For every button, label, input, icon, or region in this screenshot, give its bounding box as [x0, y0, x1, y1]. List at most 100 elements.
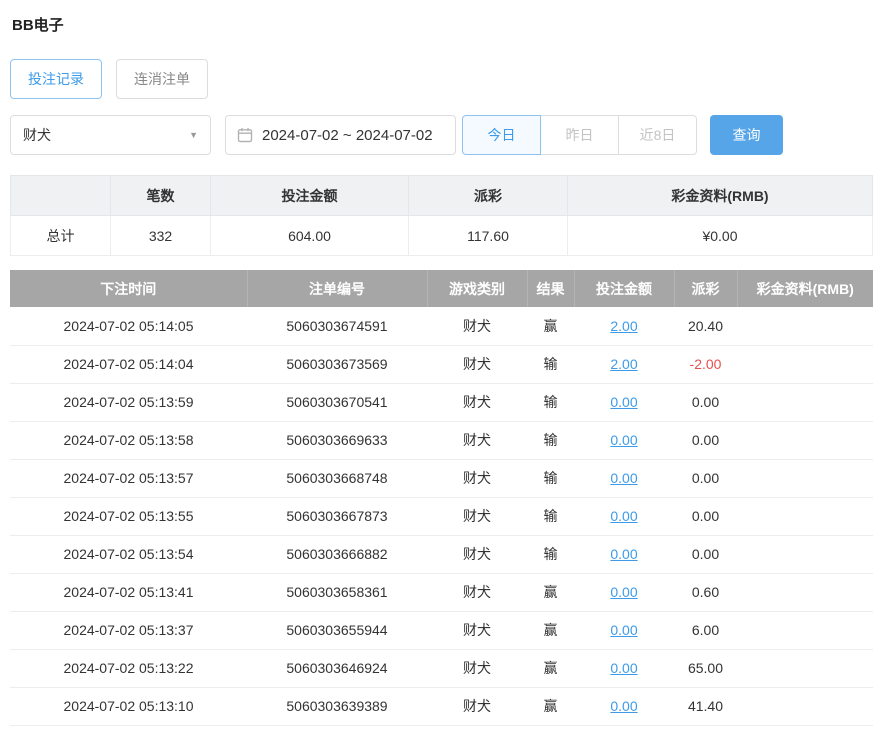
total-bonus-cell: ¥0.00 — [567, 215, 873, 256]
result-cell: 赢 — [527, 573, 574, 612]
bet-time-cell: 2024-07-02 05:13:37 — [10, 611, 247, 650]
summary-header-bonus: 彩金资料(RMB) — [567, 175, 873, 216]
page-title: BB电子 — [12, 17, 64, 34]
game-select-value: 财犬 — [23, 127, 51, 143]
bet-time-cell: 2024-07-02 05:13:55 — [10, 497, 247, 536]
result-cell: 赢 — [527, 307, 574, 346]
bet-amount-link[interactable]: 0.00 — [574, 535, 674, 574]
order-id-cell: 5060303668748 — [247, 459, 427, 498]
result-cell: 输 — [527, 459, 574, 498]
bet-time-cell: 2024-07-02 05:13:22 — [10, 649, 247, 688]
header-bet-time: 下注时间 — [10, 270, 248, 307]
date-range-input[interactable]: 2024-07-02 ~ 2024-07-02 — [225, 115, 456, 155]
bonus-cell — [737, 307, 873, 346]
summary-header-payout: 派彩 — [408, 175, 568, 216]
table-row: 2024-07-02 05:13:55 5060303667873 财犬输 0.00 0… — [10, 497, 873, 536]
bonus-cell — [737, 649, 873, 688]
quick-filter-group: 今日 昨日 近8日 — [462, 115, 697, 155]
header-payout: 派彩 — [674, 270, 738, 307]
bet-time-cell: 2024-07-02 05:13:10 — [10, 687, 247, 726]
summary-header-bet: 投注金额 — [210, 175, 409, 216]
bet-amount-link[interactable]: 0.00 — [574, 383, 674, 422]
search-button[interactable]: 查询 — [710, 115, 783, 155]
tab-bar: 投注记录 连消注单 — [10, 59, 873, 99]
bonus-cell — [737, 421, 873, 460]
quick-filter-today[interactable]: 今日 — [462, 115, 541, 155]
result-cell: 输 — [527, 725, 574, 732]
header-result: 结果 — [527, 270, 575, 307]
payout-cell: -2.00 — [674, 345, 737, 384]
quick-filter-last-8-days[interactable]: 近8日 — [618, 115, 697, 155]
payout-cell: 0.00 — [674, 725, 737, 732]
game-type-cell: 财犬 — [427, 535, 527, 574]
table-row: 2024-07-02 05:13:58 5060303669633 财犬输 0.00 0… — [10, 421, 873, 460]
bet-time-cell: 2024-07-02 05:13:58 — [10, 421, 247, 460]
table-row: 2024-07-02 05:13:37 5060303655944 财犬赢 0.00 6… — [10, 611, 873, 650]
result-cell: 输 — [527, 345, 574, 384]
bet-amount-link[interactable]: 2.00 — [574, 345, 674, 384]
bonus-cell — [737, 497, 873, 536]
summary-table: 笔数 投注金额 派彩 彩金资料(RMB) 总计 332 604.00 117.6… — [10, 175, 873, 256]
bet-amount-link[interactable]: 0.00 — [574, 573, 674, 612]
result-cell: 赢 — [527, 649, 574, 688]
bet-amount-link[interactable]: 0.00 — [574, 725, 674, 732]
header-order-id: 注单编号 — [247, 270, 428, 307]
game-type-cell: 财犬 — [427, 611, 527, 650]
payout-cell: 0.60 — [674, 573, 737, 612]
table-row: 2024-07-02 05:14:05 5060303674591 财犬赢 2.00 2… — [10, 307, 873, 346]
game-type-cell: 财犬 — [427, 573, 527, 612]
bonus-cell — [737, 383, 873, 422]
header-bonus: 彩金资料(RMB) — [737, 270, 873, 307]
tab-bet-records[interactable]: 投注记录 — [10, 59, 102, 99]
result-cell: 赢 — [527, 611, 574, 650]
payout-cell: 0.00 — [674, 383, 737, 422]
total-payout-cell: 117.60 — [408, 215, 568, 256]
table-row: 2024-07-02 05:13:095060303638568财犬输0.000… — [10, 725, 873, 732]
table-row: 2024-07-02 05:13:57 5060303668748 财犬输 0.00 0… — [10, 459, 873, 498]
header-game-type: 游戏类别 — [427, 270, 528, 307]
table-row: 2024-07-02 05:13:54 5060303666882 财犬输 0.00 0… — [10, 535, 873, 574]
game-select[interactable]: 财犬 ▼ — [10, 115, 211, 155]
result-cell: 输 — [527, 497, 574, 536]
table-row: 2024-07-02 05:13:59 5060303670541 财犬输 0.00 0… — [10, 383, 873, 422]
bet-amount-link[interactable]: 0.00 — [574, 497, 674, 536]
summary-total-row: 总计 332 604.00 117.60 ¥0.00 — [10, 215, 873, 256]
game-type-cell: 财犬 — [427, 459, 527, 498]
bet-amount-link[interactable]: 0.00 — [574, 649, 674, 688]
total-bet-cell: 604.00 — [210, 215, 409, 256]
bonus-cell — [737, 573, 873, 612]
bet-amount-link[interactable]: 0.00 — [574, 421, 674, 460]
table-row: 2024-07-02 05:13:41 5060303658361 财犬赢 0.00 0… — [10, 573, 873, 612]
bet-amount-link[interactable]: 0.00 — [574, 687, 674, 726]
bet-time-cell: 2024-07-02 05:13:57 — [10, 459, 247, 498]
order-id-cell: 5060303674591 — [247, 307, 427, 346]
chevron-down-icon: ▼ — [189, 130, 198, 140]
bet-amount-link[interactable]: 2.00 — [574, 307, 674, 346]
payout-cell: 65.00 — [674, 649, 737, 688]
bet-table-body: 2024-07-02 05:14:05 5060303674591 财犬赢 2.00 2… — [10, 307, 873, 732]
table-row: 2024-07-02 05:13:10 5060303639389 财犬赢 0.00 4… — [10, 687, 873, 726]
bonus-cell — [737, 687, 873, 726]
bet-amount-link[interactable]: 0.00 — [574, 611, 674, 650]
bet-amount-link[interactable]: 0.00 — [574, 459, 674, 498]
bet-records-page: BB电子 投注记录 连消注单 财犬 ▼ 2024-07-02 ~ 2024-07… — [0, 0, 883, 732]
payout-cell: 0.00 — [674, 497, 737, 536]
summary-header-row: 笔数 投注金额 派彩 彩金资料(RMB) — [10, 175, 873, 216]
order-id-cell: 5060303658361 — [247, 573, 427, 612]
filter-row: 财犬 ▼ 2024-07-02 ~ 2024-07-02 今日 昨日 近8日 查… — [10, 115, 873, 155]
bet-table-header-row: 下注时间 注单编号 游戏类别 结果 投注金额 派彩 彩金资料(RMB) — [10, 270, 873, 307]
bet-time-cell: 2024-07-02 05:14:04 — [10, 345, 247, 384]
order-id-cell: 5060303669633 — [247, 421, 427, 460]
game-type-cell: 财犬 — [427, 345, 527, 384]
payout-cell: 0.00 — [674, 459, 737, 498]
game-type-cell: 财犬 — [427, 725, 527, 732]
tab-cancelled-orders[interactable]: 连消注单 — [116, 59, 208, 99]
table-row: 2024-07-02 05:14:04 5060303673569 财犬输 2.00-… — [10, 345, 873, 384]
bet-time-cell: 2024-07-02 05:14:05 — [10, 307, 247, 346]
order-id-cell: 5060303670541 — [247, 383, 427, 422]
quick-filter-yesterday[interactable]: 昨日 — [540, 115, 619, 155]
order-id-cell: 5060303666882 — [247, 535, 427, 574]
bet-time-cell: 2024-07-02 05:13:09 — [10, 725, 247, 732]
payout-cell: 0.00 — [674, 421, 737, 460]
header-bet-amount: 投注金额 — [574, 270, 675, 307]
